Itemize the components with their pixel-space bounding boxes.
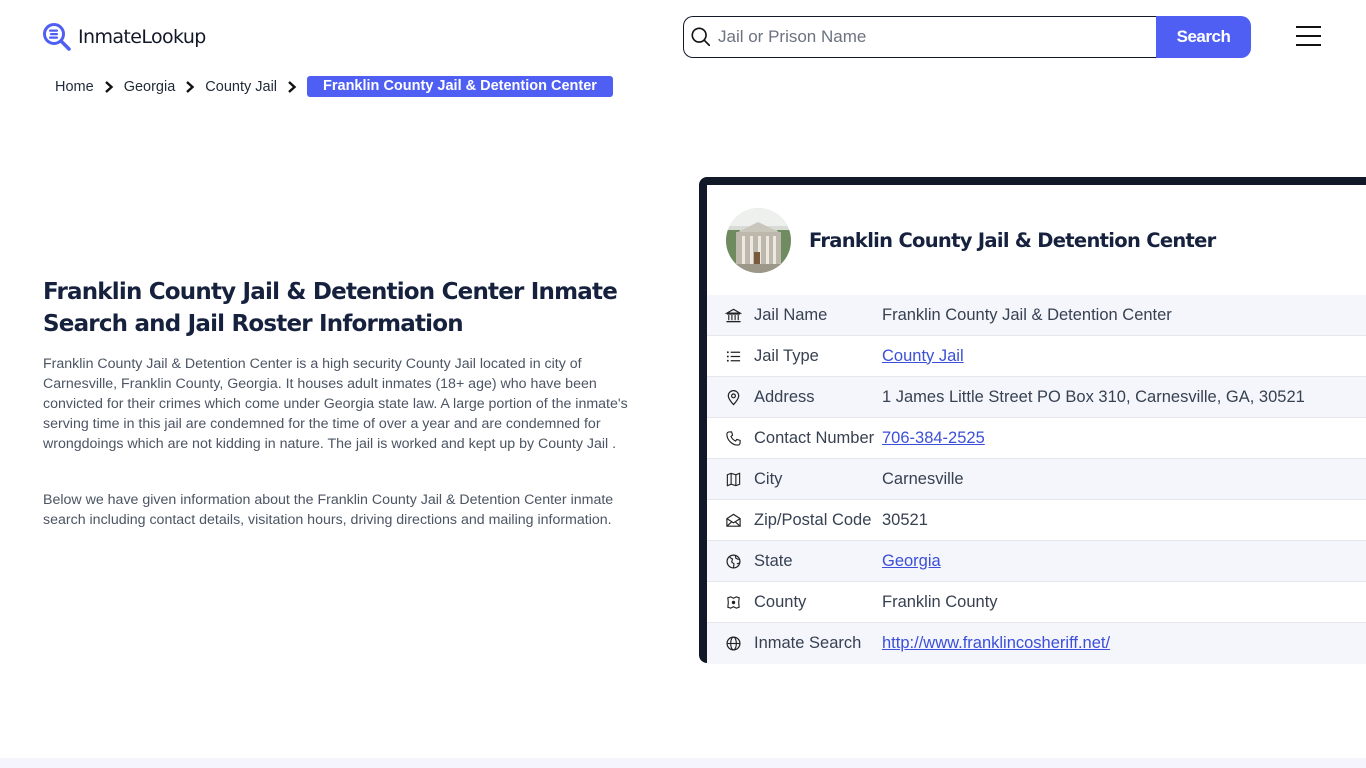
detail-label: Zip/Postal Code (754, 510, 872, 529)
mail-icon (724, 511, 742, 529)
search-field[interactable] (683, 16, 1156, 58)
detail-row-state: State Georgia (707, 541, 1366, 582)
county-map-icon (724, 593, 742, 611)
breadcrumb-current: Franklin County Jail & Detention Center (307, 76, 613, 97)
detail-row-contact-number: Contact Number 706-384-2525 (707, 418, 1366, 459)
search-bar: Search (683, 16, 1251, 58)
breadcrumb-home[interactable]: Home (55, 79, 94, 95)
facility-info-card: Franklin County Jail & Detention Center … (699, 177, 1366, 664)
hamburger-icon-line (1296, 35, 1321, 37)
breadcrumb: Home Georgia County Jail Franklin County… (55, 76, 613, 97)
detail-label: County (754, 592, 807, 611)
logo-text: InmateLookup (78, 26, 206, 48)
phone-icon (724, 429, 742, 447)
description-paragraph: Franklin County Jail & Detention Center … (43, 356, 628, 452)
search-input[interactable] (718, 27, 1156, 47)
detail-label: Inmate Search (754, 634, 862, 652)
facility-details-table: Jail Name Franklin County Jail & Detenti… (707, 295, 1366, 664)
detail-row-zip: Zip/Postal Code 30521 (707, 500, 1366, 541)
detail-label: Jail Name (754, 305, 828, 324)
jail-type-link[interactable]: County Jail (882, 347, 964, 366)
building-icon (724, 306, 742, 324)
detail-value: Franklin County (882, 592, 998, 611)
breadcrumb-county-jail[interactable]: County Jail (205, 79, 277, 95)
hamburger-icon-line (1296, 44, 1321, 46)
description-paragraph: Below we have given information about th… (43, 492, 614, 528)
chevron-right-icon (288, 80, 297, 93)
detail-row-inmate-search: Inmate Search http://www.franklincosheri… (707, 623, 1366, 664)
search-icon (691, 27, 711, 47)
chevron-right-icon (104, 80, 113, 93)
detail-value: Franklin County Jail & Detention Center (882, 305, 1172, 324)
state-link[interactable]: Georgia (882, 552, 941, 571)
map-icon (724, 470, 742, 488)
hamburger-icon-line (1296, 26, 1321, 28)
inmate-search-link[interactable]: http://www.franklincosheriff.net/ (882, 634, 1110, 653)
breadcrumb-georgia[interactable]: Georgia (124, 79, 176, 95)
phone-link[interactable]: 706-384-2525 (882, 429, 985, 448)
detail-label: Jail Type (754, 346, 819, 365)
detail-row-address: Address 1 James Little Street PO Box 310… (707, 377, 1366, 418)
detail-row-city: City Carnesville (707, 459, 1366, 500)
footer-band (0, 758, 1366, 768)
chevron-right-icon (186, 80, 195, 93)
detail-row-jail-name: Jail Name Franklin County Jail & Detenti… (707, 295, 1366, 336)
list-icon (724, 347, 742, 365)
card-title: Franklin County Jail & Detention Center (809, 228, 1216, 252)
search-button[interactable]: Search (1156, 16, 1251, 58)
detail-value: 1 James Little Street PO Box 310, Carnes… (882, 387, 1305, 406)
magnifier-logo-icon (43, 23, 71, 51)
detail-label: Address (754, 387, 815, 406)
detail-value: Carnesville (882, 469, 964, 488)
detail-value: 30521 (882, 510, 928, 529)
globe-region-icon (724, 552, 742, 570)
detail-label: Contact Number (754, 428, 875, 447)
globe-icon (724, 635, 742, 653)
map-pin-icon (724, 388, 742, 406)
card-header: Franklin County Jail & Detention Center (707, 185, 1366, 295)
page-title: Franklin County Jail & Detention Center … (43, 279, 618, 337)
facility-photo (726, 207, 791, 273)
detail-label: City (754, 469, 783, 488)
detail-row-county: County Franklin County (707, 582, 1366, 623)
detail-row-jail-type: Jail Type County Jail (707, 336, 1366, 377)
logo[interactable]: InmateLookup (42, 22, 206, 52)
hamburger-menu-button[interactable] (1296, 26, 1324, 48)
detail-label: State (754, 551, 793, 570)
